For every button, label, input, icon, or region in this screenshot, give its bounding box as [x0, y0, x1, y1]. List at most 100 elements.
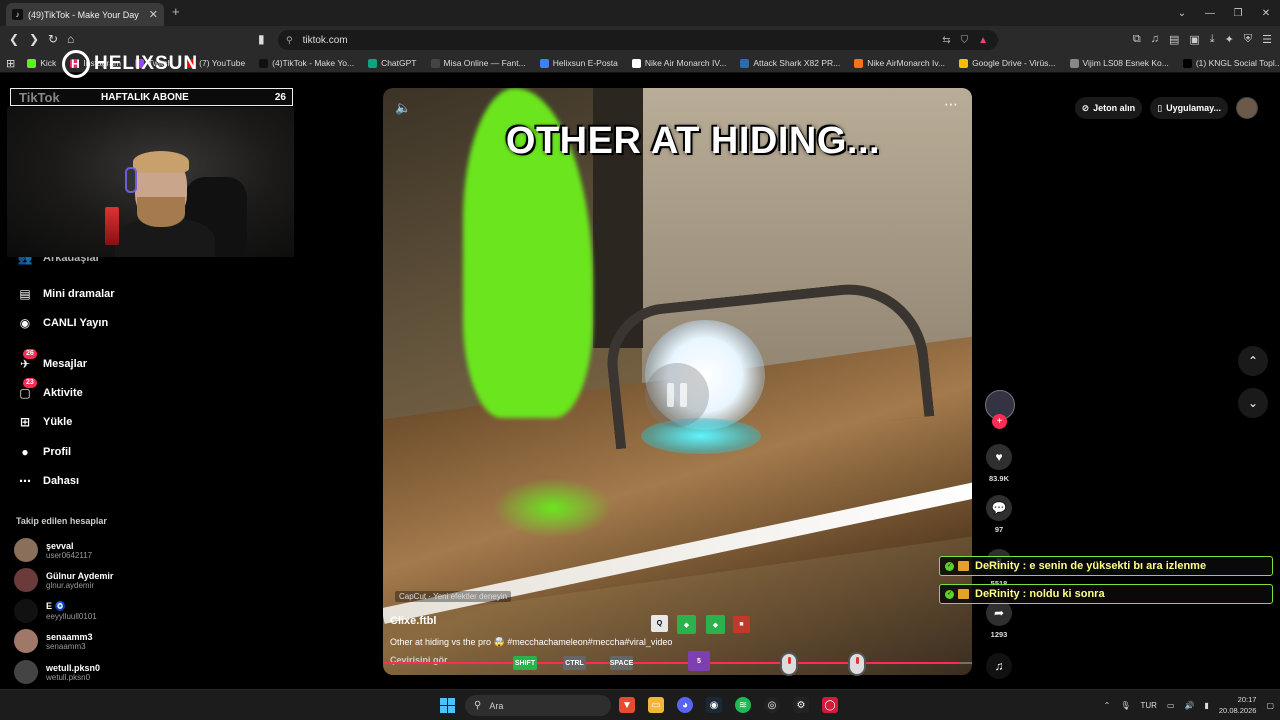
sidebar-item-label: Profil	[43, 446, 72, 458]
bookmark-item[interactable]: Attack Shark X82 PR...	[740, 58, 840, 68]
tab-close-icon[interactable]: ✕	[149, 8, 158, 21]
bookmark-item[interactable]: (4)TikTok - Make Yo...	[259, 58, 354, 68]
spotify-icon[interactable]: ≋	[735, 697, 751, 713]
following-account[interactable]: E 🧿 eeyylluull0101	[14, 599, 97, 623]
search-icon: ⚲	[474, 700, 482, 711]
site-info-icon[interactable]: ⚲	[286, 35, 293, 46]
music-disc-action[interactable]: ♫	[986, 653, 1012, 679]
maximize-button[interactable]: ❐	[1224, 8, 1252, 19]
tray-expand-icon[interactable]: ⌃	[1104, 701, 1111, 710]
headset	[125, 167, 137, 193]
file-explorer-icon[interactable]: ▭	[648, 697, 664, 713]
bookmark-icon[interactable]: ▮	[258, 32, 265, 46]
sound-icon[interactable]: 🔈	[395, 100, 411, 116]
bookmark-item[interactable]: Helixsun E-Posta	[539, 58, 618, 68]
minimize-button[interactable]: —	[1196, 8, 1224, 19]
volume-icon[interactable]: 🔊	[1185, 701, 1195, 710]
apps-icon[interactable]: ⊞	[6, 57, 15, 70]
ai-icon[interactable]: ✦	[1225, 33, 1234, 46]
keyboard-language[interactable]: TUR	[1141, 701, 1157, 710]
sidebar-icon[interactable]: ▤	[1169, 33, 1179, 46]
sidebar-item-profil[interactable]: ● Profil	[16, 443, 71, 461]
heart-icon[interactable]: ♥	[986, 444, 1012, 470]
wallet-icon[interactable]: ▣	[1189, 33, 1199, 46]
settings-icon[interactable]: ⚙	[793, 697, 809, 713]
get-coins-button[interactable]: ⊘ Jeton alın	[1074, 97, 1143, 119]
profile-avatar[interactable]	[1236, 97, 1258, 119]
extension-toolbar: ⧉ ♫ ▤ ▣ ⤓ ✦ ⛨ ☰	[1133, 33, 1272, 46]
sidebar-item-mesajlar[interactable]: ✈ 26 Mesajlar	[16, 349, 87, 373]
browser-tab[interactable]: ♪ (49)TikTok - Make Your Day ✕	[6, 3, 164, 26]
extensions-icon[interactable]: ⧉	[1133, 33, 1141, 46]
music-disc-icon[interactable]: ♫	[986, 653, 1012, 679]
obs-icon[interactable]: ◎	[764, 697, 780, 713]
sidebar-item-y-kle[interactable]: ⊞ Yükle	[16, 413, 72, 431]
back-icon[interactable]: ❮	[9, 32, 19, 46]
chat-message-text: DeRinity : e senin de yüksekti bı ara iz…	[975, 560, 1207, 572]
video-username[interactable]: Clixe.ftbl	[390, 615, 436, 627]
keyboard-key: ◆	[706, 615, 725, 634]
bookmark-item[interactable]: (1) KNGL Social Topl...	[1182, 58, 1280, 68]
close-window-button[interactable]: ✕	[1252, 8, 1280, 19]
microphone-icon[interactable]: 🎙	[1120, 701, 1130, 710]
following-account[interactable]: senaamm3 senaamm3	[14, 629, 93, 653]
subscriber-badge-icon	[958, 561, 969, 571]
sidebar-item-label: Yükle	[43, 416, 73, 428]
steam-icon[interactable]: ◉	[706, 697, 722, 713]
music-icon[interactable]: ♫	[1151, 33, 1159, 46]
bookmark-label: Nike AirMonarch Iv...	[867, 58, 946, 68]
discord-icon[interactable]: ◕	[677, 697, 693, 713]
bookmark-item[interactable]: Nike AirMonarch Iv...	[854, 58, 945, 68]
bookmark-item[interactable]: Google Drive - Virüs...	[959, 58, 1056, 68]
bookmark-item[interactable]: Vijim LS08 Esnek Ko...	[1069, 58, 1169, 68]
download-icon[interactable]: ⤓	[1210, 33, 1215, 46]
sidebar-item-dahas-[interactable]: ⋯ Dahası	[16, 472, 79, 490]
follow-plus-icon[interactable]: +	[992, 414, 1007, 429]
address-bar[interactable]: ⚲ tiktok.com ⇆ ⛉ ▲	[278, 30, 998, 50]
pause-icon[interactable]	[645, 363, 709, 427]
video-player[interactable]: OTHER AT HIDING... 🔈 ⋯ CapCut · Yeni efe…	[383, 88, 972, 675]
like-action[interactable]: ♥ 83.9K	[986, 444, 1012, 483]
bookmark-item[interactable]: ChatGPT	[368, 58, 417, 68]
following-account[interactable]: Gülnur Aydemir glnur.aydemir	[14, 568, 113, 592]
forward-icon[interactable]: ❯	[29, 32, 39, 46]
share-action[interactable]: ➦ 1293	[986, 600, 1012, 639]
reload-icon[interactable]: ↻	[48, 32, 58, 46]
shield-icon[interactable]: ⛉	[961, 35, 969, 46]
video-progress-bar[interactable]	[383, 662, 972, 664]
vpn-shield-icon[interactable]: ⛨	[1244, 33, 1252, 46]
clock[interactable]: 20:17 20.08.2026	[1219, 694, 1257, 716]
notifications-icon[interactable]: ▢	[1266, 701, 1274, 710]
battery-icon[interactable]: ▮	[1204, 701, 1208, 710]
tab-search-icon[interactable]: ⌄	[1168, 8, 1196, 19]
capcut-tag[interactable]: CapCut · Yeni efektler deneyin	[395, 591, 512, 602]
comment-action[interactable]: 💬 97	[986, 495, 1012, 534]
following-account[interactable]: şevval user0642117	[14, 538, 92, 562]
sidebar-item-aktivite[interactable]: ▢ 23 Aktivite	[16, 378, 83, 402]
get-app-button[interactable]: ▯ Uygulamay...	[1150, 97, 1228, 119]
translate-icon[interactable]: ⇆	[942, 35, 950, 46]
home-icon[interactable]: ⌂	[67, 32, 74, 46]
next-video-button[interactable]: ⌄	[1238, 388, 1268, 418]
sidebar-item-mini-dramalar[interactable]: ▤ Mini dramalar	[16, 285, 114, 303]
following-account[interactable]: wetull.pksn0 wetull.pksn0	[14, 660, 100, 684]
bookmark-item[interactable]: Misa Online — Fant...	[430, 58, 526, 68]
more-options-icon[interactable]: ⋯	[944, 96, 958, 113]
network-icon[interactable]: ▭	[1167, 701, 1175, 710]
url-text[interactable]: tiktok.com	[303, 35, 348, 46]
sidebar-item-canli-yay-n[interactable]: ◉ CANLI Yayın	[16, 314, 108, 332]
bookmark-item[interactable]: Kick	[27, 58, 56, 68]
keyboard-key: CTRL	[563, 656, 586, 670]
film-icon: ▤	[19, 287, 31, 301]
menu-icon[interactable]: ☰	[1262, 33, 1272, 46]
keyboard-key: 5	[688, 651, 710, 671]
rewards-icon[interactable]: ▲	[978, 35, 988, 46]
new-tab-button[interactable]: +	[172, 4, 180, 19]
brave-icon[interactable]: ▼	[619, 697, 635, 713]
recording-app-icon[interactable]: ◯	[822, 697, 838, 713]
bookmark-item[interactable]: Nike Air Monarch IV...	[631, 58, 726, 68]
windows-start-icon[interactable]	[440, 698, 455, 713]
comment-icon[interactable]: 💬	[986, 495, 1012, 521]
previous-video-button[interactable]: ⌃	[1238, 346, 1268, 376]
taskbar-search[interactable]: ⚲ Ara	[465, 695, 611, 716]
